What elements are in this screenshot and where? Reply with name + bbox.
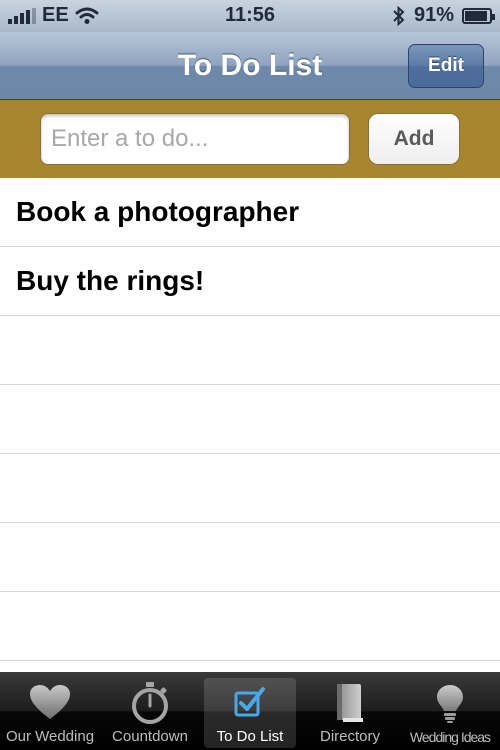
todo-row[interactable] [0, 523, 500, 592]
todo-row[interactable] [0, 316, 500, 385]
todo-row[interactable] [0, 385, 500, 454]
todo-row[interactable] [0, 454, 500, 523]
todo-input[interactable] [40, 113, 350, 165]
tab-label: Wedding Ideas [409, 729, 491, 745]
todo-row[interactable]: Book a photographer [0, 178, 500, 247]
tab-our-wedding[interactable]: Our Wedding [0, 672, 100, 750]
battery-fill [465, 10, 487, 21]
status-right: 91% [392, 4, 495, 27]
nav-bar: To Do List Edit [0, 32, 500, 100]
stopwatch-icon [128, 681, 172, 725]
book-icon [328, 681, 372, 725]
tab-label: Our Wedding [5, 728, 95, 745]
status-bar: EE 11:56 91% [0, 0, 500, 32]
todo-row[interactable] [0, 592, 500, 661]
battery-percent: 91% [413, 4, 454, 26]
tab-wedding-ideas[interactable]: Wedding Ideas [400, 672, 500, 750]
todo-row[interactable] [0, 661, 500, 672]
checkbox-icon [228, 681, 272, 725]
edit-button[interactable]: Edit [408, 44, 484, 88]
add-todo-bar: Add [0, 100, 500, 178]
lightbulb-icon [428, 682, 472, 726]
tab-label: Directory [319, 728, 380, 745]
tab-label: To Do List [216, 728, 284, 745]
tab-label: Countdown [112, 728, 188, 745]
tab-to-do-list[interactable]: To Do List [200, 672, 300, 750]
heart-icon [28, 681, 72, 725]
todo-list[interactable]: Book a photographer Buy the rings! [0, 178, 500, 672]
tab-directory[interactable]: Directory [300, 672, 400, 750]
bluetooth-icon [393, 5, 405, 26]
todo-row[interactable]: Buy the rings! [0, 247, 500, 316]
tab-countdown[interactable]: Countdown [100, 672, 200, 750]
tab-bar: Our Wedding Countdown To Do List Directo… [0, 672, 500, 750]
battery-icon [462, 7, 495, 24]
add-button[interactable]: Add [368, 113, 460, 165]
